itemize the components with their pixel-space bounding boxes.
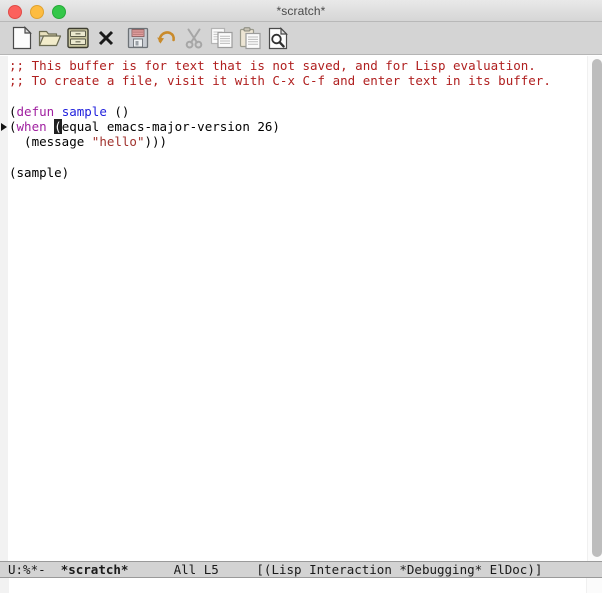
buffer-line[interactable]: (defun sample () (9, 104, 561, 119)
buffer-text-area[interactable]: ;; This buffer is for text that is not s… (0, 56, 602, 561)
code-token-plain: ))) (144, 134, 167, 149)
mode-line-position: All L5 (174, 562, 219, 577)
window-title: *scratch* (0, 0, 602, 22)
code-token-plain: ( (9, 119, 17, 134)
undo-icon[interactable] (152, 24, 180, 52)
buffer-line[interactable]: (when (equal emacs-major-version 26) (9, 119, 561, 134)
code-token-function-name: sample (62, 104, 107, 119)
open-folder-icon[interactable] (36, 24, 64, 52)
code-token-string: "hello" (92, 134, 145, 149)
mode-line-spacer-3 (219, 562, 257, 577)
code-token-plain: () (107, 104, 130, 119)
code-token-keyword: defun (17, 104, 55, 119)
echo-area-scrollbar (586, 578, 602, 593)
dired-icon[interactable] (64, 24, 92, 52)
new-file-icon[interactable] (8, 24, 36, 52)
close-buffer-icon[interactable] (92, 24, 120, 52)
echo-area[interactable] (0, 578, 602, 593)
scrollbar-track[interactable] (587, 56, 602, 561)
emacs-window: *scratch* (0, 0, 602, 593)
code-token-comment: ;; This buffer is for text that is not s… (9, 58, 536, 73)
debug-arrow-icon (1, 123, 7, 131)
code-token-plain: equal emacs-major-version 26) (62, 119, 280, 134)
mode-line-buffer-name: *scratch* (61, 562, 129, 577)
save-icon[interactable] (124, 24, 152, 52)
copy-icon[interactable] (208, 24, 236, 52)
left-fringe (0, 56, 9, 561)
vertical-scrollbar[interactable] (586, 56, 602, 561)
code-token-plain: ( (9, 104, 17, 119)
buffer-line[interactable]: (sample) (9, 165, 561, 180)
buffer-line[interactable]: ;; This buffer is for text that is not s… (9, 58, 561, 73)
title-bar: *scratch* (0, 0, 602, 22)
code-token-cursor: ( (54, 119, 62, 134)
buffer-line[interactable] (9, 89, 561, 104)
mode-line-status: U:%*- (8, 562, 46, 577)
code-token-plain (54, 104, 62, 119)
buffer-line[interactable]: ;; To create a file, visit it with C-x C… (9, 73, 561, 88)
buffer-line[interactable] (9, 150, 561, 165)
buffer-line[interactable]: (message "hello"))) (9, 134, 561, 149)
echo-area-fringe (0, 578, 9, 593)
code-token-comment: ;; To create a file, visit it with C-x C… (9, 73, 551, 88)
code-token-plain: (sample) (9, 165, 69, 180)
mode-line-modes: [(Lisp Interaction *Debugging* ElDoc)] (256, 562, 542, 577)
cut-icon[interactable] (180, 24, 208, 52)
mode-line-content: U:%*- *scratch* All L5 [(Lisp Interactio… (8, 562, 542, 577)
scrollbar-thumb[interactable] (592, 59, 602, 557)
code-token-plain: (message (9, 134, 92, 149)
code-token-keyword: when (17, 119, 47, 134)
paste-icon[interactable] (236, 24, 264, 52)
buffer-content[interactable]: ;; This buffer is for text that is not s… (9, 58, 561, 180)
mode-line[interactable]: U:%*- *scratch* All L5 [(Lisp Interactio… (0, 561, 602, 578)
toolbar (0, 22, 602, 55)
mode-line-spacer-1 (46, 562, 61, 577)
search-icon[interactable] (264, 24, 292, 52)
mode-line-spacer-2 (128, 562, 173, 577)
